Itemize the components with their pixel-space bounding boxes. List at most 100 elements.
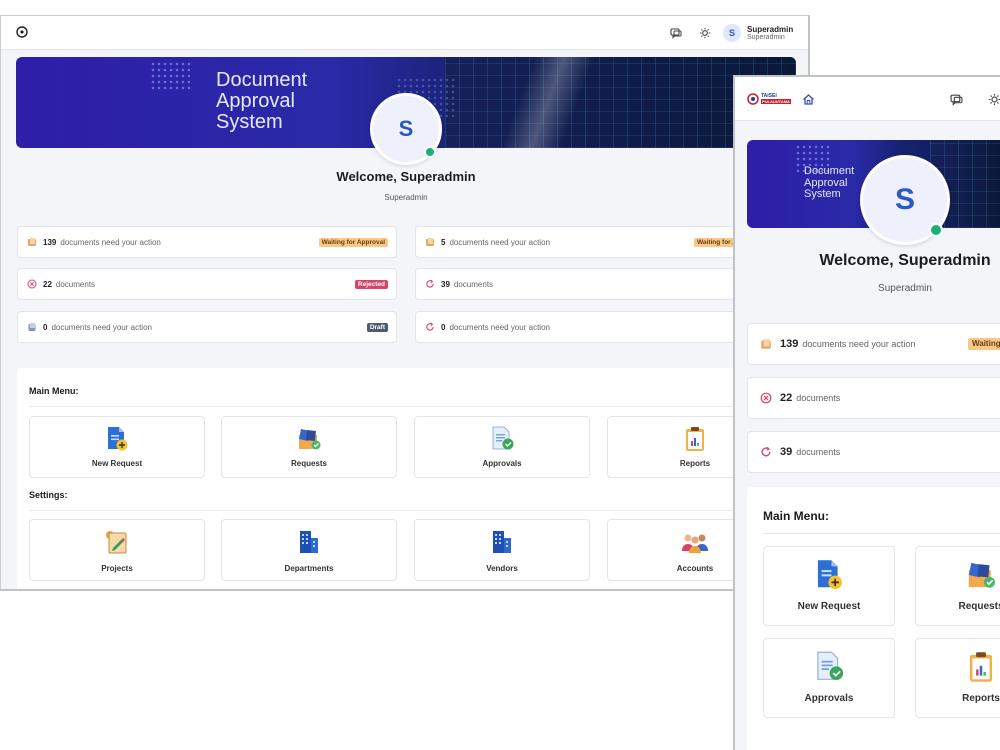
folder-icon: [760, 338, 772, 350]
user-avatar[interactable]: S: [723, 24, 741, 42]
menu-tile-requests[interactable]: Requests: [221, 416, 397, 478]
desktop-window: S Superadmin Superadmin Document Approva…: [0, 15, 810, 591]
welcome-role: Superadmin: [878, 283, 932, 294]
theme-toggle-icon[interactable]: [698, 26, 712, 40]
projects-icon: [30, 529, 204, 555]
mobile-window: TAISEI PULAUUTAMA Document Approval Syst…: [733, 75, 1000, 750]
logo-text-line2: PULAUUTAMA: [761, 99, 791, 104]
tile-label: New Request: [797, 601, 861, 612]
stat-number: 0: [441, 322, 446, 332]
banner-title-line1: Document: [804, 165, 855, 177]
online-status-indicator: [929, 223, 943, 237]
stat-text: documents need your action: [449, 322, 550, 332]
tile-label: Requests: [290, 459, 327, 468]
stat-rejected[interactable]: 22 documents: [747, 377, 1000, 419]
welcome-role: Superadmin: [384, 193, 428, 202]
mobile-topbar: TAISEI PULAUUTAMA: [735, 77, 1000, 121]
menu-tile-new-request[interactable]: New Request: [29, 416, 205, 478]
rejected-icon: [27, 279, 37, 289]
theme-toggle-icon[interactable]: [987, 92, 1000, 106]
banner-title-line2: Approval: [216, 90, 295, 112]
requests-icon: [916, 559, 1000, 591]
divider: [29, 510, 747, 511]
refresh-icon: [760, 446, 772, 458]
banner-title: Document Approval System: [804, 165, 855, 201]
settings-tile-departments[interactable]: Departments: [221, 519, 397, 581]
online-status-indicator: [424, 146, 436, 158]
home-icon[interactable]: [801, 92, 815, 106]
stat-waiting-approval[interactable]: 139 documents need your action Waiting: [747, 323, 1000, 365]
divider: [763, 533, 1000, 534]
new-request-icon: [30, 426, 204, 452]
stat-number: 22: [43, 279, 52, 289]
divider: [29, 406, 747, 407]
stat-text: documents need your action: [60, 237, 161, 247]
stat-returned[interactable]: 0 documents need your action: [415, 311, 745, 343]
stat-text: documents need your action: [51, 322, 152, 332]
refresh-icon: [425, 322, 435, 332]
menu-tile-approvals[interactable]: Approvals: [414, 416, 590, 478]
main-menu-title: Main Menu:: [763, 509, 829, 523]
user-name: Superadmin: [747, 25, 794, 34]
stat-in-progress[interactable]: 39 documents: [747, 431, 1000, 473]
stat-waiting-approval-2[interactable]: 5 documents need your action Waiting for…: [415, 226, 745, 258]
menu-tile-requests[interactable]: Requests: [915, 546, 1000, 626]
status-badge-waiting: Waiting: [968, 338, 1000, 350]
stat-number: 22: [780, 392, 793, 404]
vendors-icon: [415, 529, 589, 555]
messages-icon[interactable]: [669, 26, 683, 40]
draft-icon: [27, 322, 37, 332]
banner-title-line3: System: [216, 111, 283, 133]
stat-text: documents: [453, 279, 494, 289]
company-logo[interactable]: TAISEI PULAUUTAMA: [747, 92, 795, 106]
tile-label: New Request: [91, 459, 143, 468]
welcome-heading: Welcome, Superadmin: [336, 169, 476, 184]
desktop-topbar: S Superadmin Superadmin: [1, 16, 808, 50]
banner-dot-pattern: [150, 61, 190, 91]
refresh-icon: [425, 279, 435, 289]
stat-waiting-approval[interactable]: 139 documents need your action Waiting f…: [17, 226, 397, 258]
stat-number: 139: [43, 237, 57, 247]
tile-label: Vendors: [486, 564, 518, 573]
requests-icon: [222, 426, 396, 452]
stat-number: 139: [780, 338, 799, 350]
folder-icon: [27, 237, 37, 247]
stat-text: documents need your action: [449, 237, 550, 247]
stat-text: documents need your action: [802, 339, 916, 349]
menu-toggle-icon[interactable]: [15, 25, 29, 39]
status-badge-waiting: Waiting for Approval: [318, 238, 388, 247]
stat-number: 39: [780, 446, 793, 458]
welcome-heading: Welcome, Superadmin: [819, 252, 991, 269]
tile-label: Projects: [101, 564, 133, 573]
stat-text: documents: [796, 447, 841, 457]
menu-tile-approvals[interactable]: Approvals: [763, 638, 895, 718]
tile-label: Approvals: [482, 459, 522, 468]
stat-number: 0: [43, 322, 48, 332]
stat-rejected[interactable]: 22 documents Rejected: [17, 268, 397, 300]
tile-label: Requests: [958, 601, 1000, 612]
stat-in-progress[interactable]: 39 documents: [415, 268, 745, 300]
rejected-icon: [760, 392, 772, 404]
main-menu-title: Main Menu:: [29, 386, 79, 396]
tile-label: Approvals: [804, 693, 854, 704]
departments-icon: [222, 529, 396, 555]
new-request-icon: [764, 559, 894, 591]
banner-title-line3: System: [804, 188, 841, 201]
tile-label: Reports: [962, 693, 1000, 704]
folder-icon: [425, 237, 435, 247]
tile-label: Departments: [284, 564, 334, 573]
messages-icon[interactable]: [949, 92, 963, 106]
settings-tile-projects[interactable]: Projects: [29, 519, 205, 581]
stat-number: 5: [441, 237, 446, 247]
settings-tile-vendors[interactable]: Vendors: [414, 519, 590, 581]
approvals-icon: [764, 651, 894, 683]
reports-icon: [916, 651, 1000, 683]
banner-title-line1: Document: [216, 69, 308, 91]
user-role: Superadmin: [747, 34, 785, 41]
banner-title: Document Approval System: [216, 70, 307, 133]
stat-draft[interactable]: 0 documents need your action Draft: [17, 311, 397, 343]
menu-tile-reports[interactable]: Reports: [915, 638, 1000, 718]
status-badge-rejected: Rejected: [354, 280, 388, 289]
menu-tile-new-request[interactable]: New Request: [763, 546, 895, 626]
stat-text: documents: [55, 279, 96, 289]
